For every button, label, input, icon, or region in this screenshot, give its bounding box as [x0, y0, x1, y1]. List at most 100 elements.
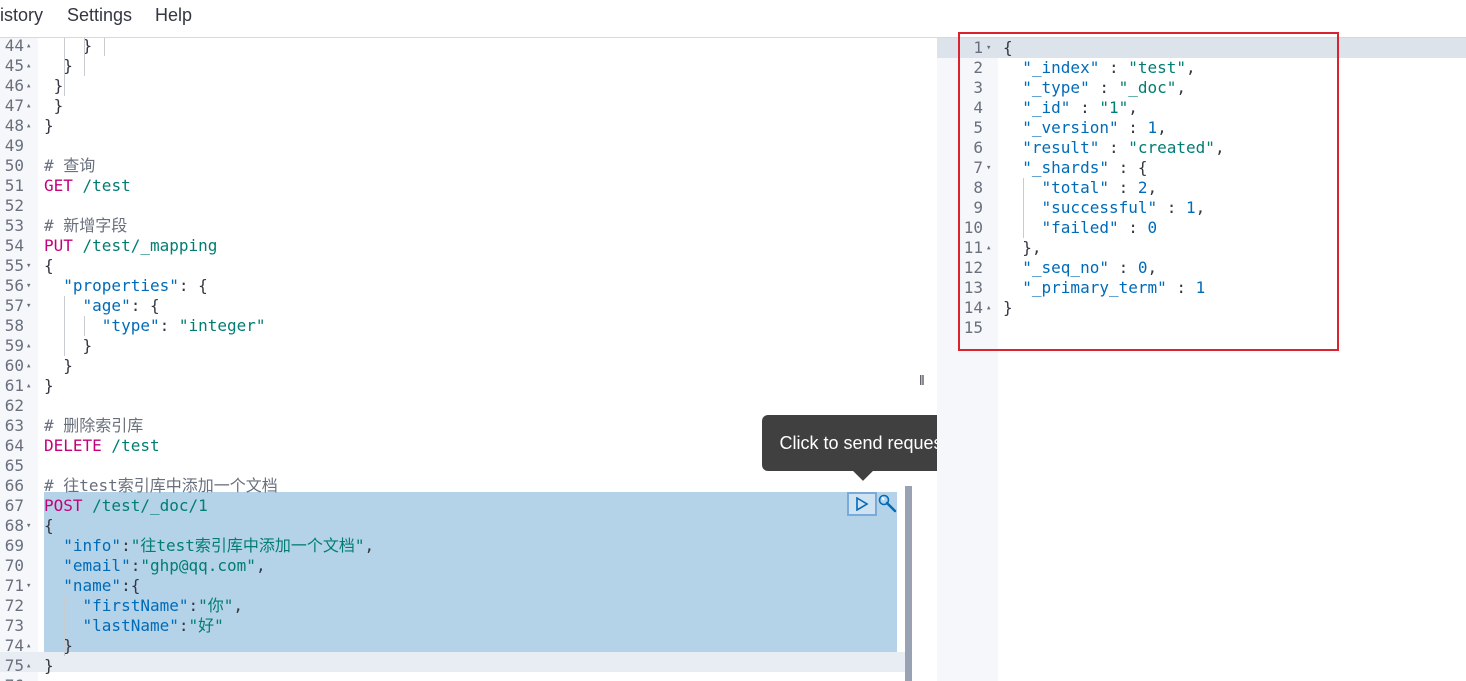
fold-expand-icon[interactable]: ▴ — [26, 656, 31, 676]
line-number: 51 — [4, 176, 24, 195]
code-text: GET /test — [44, 176, 131, 196]
left_editor-line: 75 ▴} — [0, 656, 905, 676]
code-text: } — [44, 96, 64, 116]
fold-collapse-icon[interactable]: ▾ — [26, 276, 31, 296]
left_editor-line: 73 "lastName":"好" — [0, 616, 905, 636]
code-text: } — [44, 636, 73, 656]
left_editor-line: 60 ▴ } — [0, 356, 905, 376]
indent-guide — [64, 38, 65, 56]
pane-resize-handle[interactable]: ‖ — [919, 372, 925, 388]
code-text: } — [44, 356, 73, 376]
code-token: : — [130, 556, 141, 575]
code-token: "lastName" — [82, 616, 179, 635]
fold-expand-icon[interactable]: ▴ — [26, 76, 31, 96]
indent-guide — [104, 38, 105, 56]
code-text: "email":"ghp@qq.com", — [44, 556, 266, 576]
fold-expand-icon[interactable]: ▴ — [26, 56, 31, 76]
code-token: /test — [72, 176, 131, 195]
code-token: , — [255, 556, 266, 575]
code-token: { — [44, 256, 54, 275]
line-number: 50 — [4, 156, 24, 175]
line-number: 56 — [4, 276, 24, 295]
fold-expand-icon[interactable]: ▴ — [26, 116, 31, 136]
request-settings-button[interactable] — [878, 494, 898, 514]
code-text: "lastName":"好" — [44, 616, 224, 636]
left_editor-line: 71 ▾ "name":{ — [0, 576, 905, 596]
menu-help[interactable]: Help — [155, 5, 192, 26]
fold-collapse-icon[interactable]: ▾ — [26, 256, 31, 276]
code-token: # 删除索引库 — [44, 416, 144, 435]
send-request-button[interactable] — [847, 492, 877, 516]
line-number: 59 — [4, 336, 24, 355]
request-scrollbar[interactable] — [905, 38, 912, 681]
left_editor-line: 74 ▴ } — [0, 636, 905, 656]
code-text: { — [44, 256, 54, 276]
code-token: "firstName" — [82, 596, 189, 615]
fold-expand-icon[interactable]: ▴ — [26, 356, 31, 376]
fold-expand-icon[interactable]: ▴ — [26, 96, 31, 116]
fold-expand-icon[interactable]: ▴ — [26, 336, 31, 356]
line-number: 58 — [4, 316, 24, 335]
code-token: "info" — [63, 536, 122, 555]
line-number: 45 — [4, 56, 24, 75]
left_editor-line: 62 — [0, 396, 905, 416]
code-text: } — [44, 336, 93, 356]
fold-collapse-icon[interactable]: ▾ — [26, 576, 31, 596]
indent-guide — [64, 56, 65, 76]
menu-settings[interactable]: Settings — [67, 5, 132, 26]
response-highlight-box — [958, 32, 1339, 351]
left_editor-line: 51 GET /test — [0, 176, 905, 196]
line-number: 74 — [4, 636, 24, 655]
code-token: GET — [44, 176, 73, 195]
code-token: :{ — [121, 576, 141, 595]
line-number: 70 — [4, 556, 24, 575]
code-token: /test/_mapping — [72, 236, 218, 255]
code-token: } — [44, 56, 73, 75]
code-token: # 往test索引库中添加一个文档 — [44, 476, 278, 495]
fold-expand-icon[interactable]: ▴ — [26, 376, 31, 396]
code-token: } — [44, 356, 73, 375]
code-token: "email" — [63, 556, 131, 575]
wrench-icon — [878, 494, 897, 513]
line-number: 72 — [4, 596, 24, 615]
code-text: "age": { — [44, 296, 160, 316]
code-token: "ghp@qq.com" — [140, 556, 256, 575]
code-token: "integer" — [178, 316, 266, 335]
line-number: 71 — [4, 576, 24, 595]
code-token: , — [233, 596, 244, 615]
line-number: 52 — [4, 196, 24, 215]
request-scrollbar-thumb[interactable] — [905, 486, 912, 681]
request-editor[interactable]: 44 ▴ } 45 ▴ } 46 ▴ } 47 ▴ } 48 ▴} 49 50 # 查询 51 GET /t… — [0, 38, 905, 681]
fold-collapse-icon[interactable]: ▾ — [26, 516, 31, 536]
code-token: } — [44, 76, 64, 95]
line-number: 48 — [4, 116, 24, 135]
code-text: PUT /test/_mapping — [44, 236, 217, 256]
indent-guide — [84, 56, 85, 76]
fold-collapse-icon[interactable]: ▾ — [26, 296, 31, 316]
code-token: # 查询 — [44, 156, 96, 175]
code-text: # 查询 — [44, 156, 95, 176]
code-text: "type": "integer" — [44, 316, 266, 336]
code-token: } — [44, 636, 73, 655]
code-text: # 往test索引库中添加一个文档 — [44, 476, 278, 496]
menu-history[interactable]: istory — [0, 5, 43, 26]
left_editor-line: 76 — [0, 676, 905, 681]
code-token: /test/_doc/1 — [82, 496, 208, 515]
code-token: : — [159, 316, 179, 335]
line-number: 67 — [4, 496, 24, 515]
play-icon — [856, 497, 869, 511]
left_editor-line: 52 — [0, 196, 905, 216]
fold-expand-icon[interactable]: ▴ — [26, 38, 31, 56]
code-text: } — [44, 116, 54, 136]
indent-guide — [64, 636, 65, 656]
line-number: 47 — [4, 96, 24, 115]
indent-guide — [84, 38, 85, 56]
left_editor-line: 54 PUT /test/_mapping — [0, 236, 905, 256]
code-token: "name" — [63, 576, 122, 595]
fold-expand-icon[interactable]: ▴ — [26, 636, 31, 656]
left_editor-line: 44 ▴ } — [0, 38, 905, 56]
